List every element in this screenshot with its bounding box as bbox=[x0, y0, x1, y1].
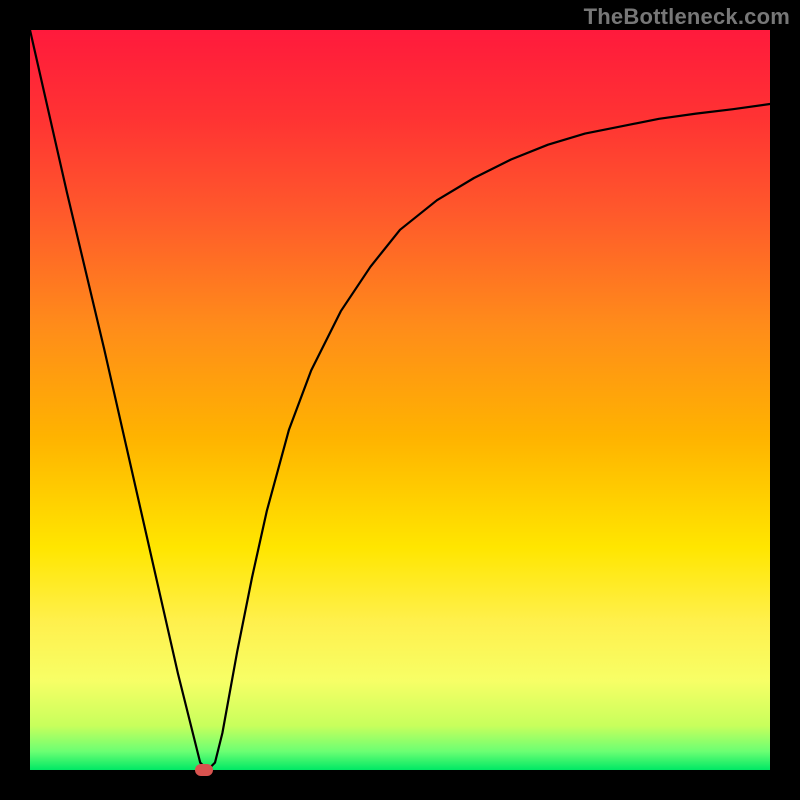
minimum-marker bbox=[195, 764, 213, 776]
watermark-text: TheBottleneck.com bbox=[584, 4, 790, 30]
plot-svg bbox=[30, 30, 770, 770]
plot-frame bbox=[30, 30, 770, 770]
gradient-background bbox=[30, 30, 770, 770]
chart-stage: TheBottleneck.com bbox=[0, 0, 800, 800]
